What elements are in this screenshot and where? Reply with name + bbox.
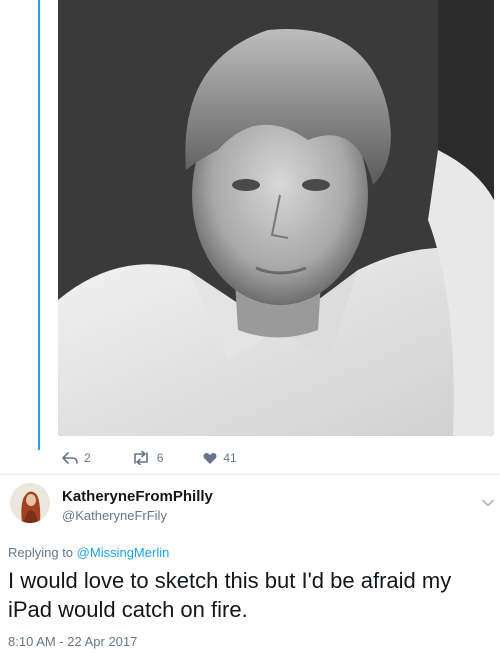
tweet-text: I would love to sketch this but I'd be a…	[8, 568, 452, 622]
tweet-photo[interactable]	[58, 0, 494, 436]
author-handle[interactable]: @KatheryneFrFily	[62, 508, 167, 523]
like-button[interactable]: 41	[203, 451, 237, 465]
replying-to-label: Replying to	[8, 545, 74, 560]
heart-icon	[203, 452, 217, 464]
tweet-menu-button[interactable]	[482, 494, 494, 512]
retweet-icon	[133, 451, 148, 465]
thread-connector-line	[38, 0, 40, 450]
chevron-down-icon	[482, 499, 494, 507]
retweet-button[interactable]: 6	[131, 451, 164, 465]
reply-icon	[62, 452, 78, 464]
avatar[interactable]	[10, 483, 50, 523]
replying-to-mention-link[interactable]: @MissingMerlin	[77, 545, 170, 560]
replying-to: Replying to @MissingMerlin	[8, 545, 169, 560]
retweet-count: 6	[156, 451, 164, 465]
portrait-image	[58, 0, 494, 436]
tweet-divider	[0, 474, 500, 475]
reply-button[interactable]: 2	[62, 451, 91, 465]
tweet-timestamp[interactable]: 8:10 AM - 22 Apr 2017	[8, 634, 137, 649]
tweet-actions: 2 6 41	[62, 448, 277, 468]
avatar-image	[10, 483, 50, 523]
author-display-name[interactable]: KatheryneFromPhilly	[62, 488, 213, 505]
like-count: 41	[223, 451, 237, 465]
reply-count: 2	[84, 451, 91, 465]
